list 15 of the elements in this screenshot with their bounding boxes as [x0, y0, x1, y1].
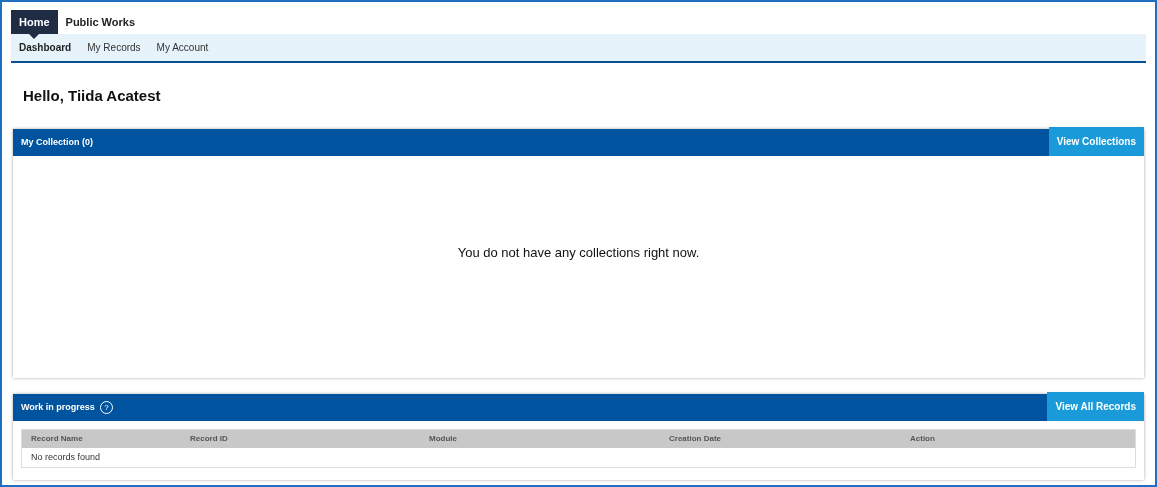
- empty-table-message: No records found: [30, 450, 101, 464]
- column-header: Module: [428, 433, 458, 445]
- nav-tab[interactable]: Home: [11, 10, 58, 34]
- panel-title: Work in progress: [21, 400, 95, 414]
- column-header: Record Name: [30, 433, 84, 445]
- panel-title: My Collection (0): [20, 135, 93, 149]
- subnav-link[interactable]: My Records: [81, 40, 147, 55]
- greeting-heading: Hello, Tiida Acatest: [23, 85, 161, 106]
- nav-tab[interactable]: Public Works: [57, 10, 144, 34]
- subnav-link[interactable]: Dashboard: [13, 40, 78, 55]
- subnav-link[interactable]: My Account: [150, 40, 215, 55]
- column-header: Action: [909, 433, 936, 445]
- column-header: Creation Date: [668, 433, 722, 445]
- empty-message: You do not have any collections right now.: [457, 244, 700, 263]
- column-header: Record ID: [189, 433, 229, 445]
